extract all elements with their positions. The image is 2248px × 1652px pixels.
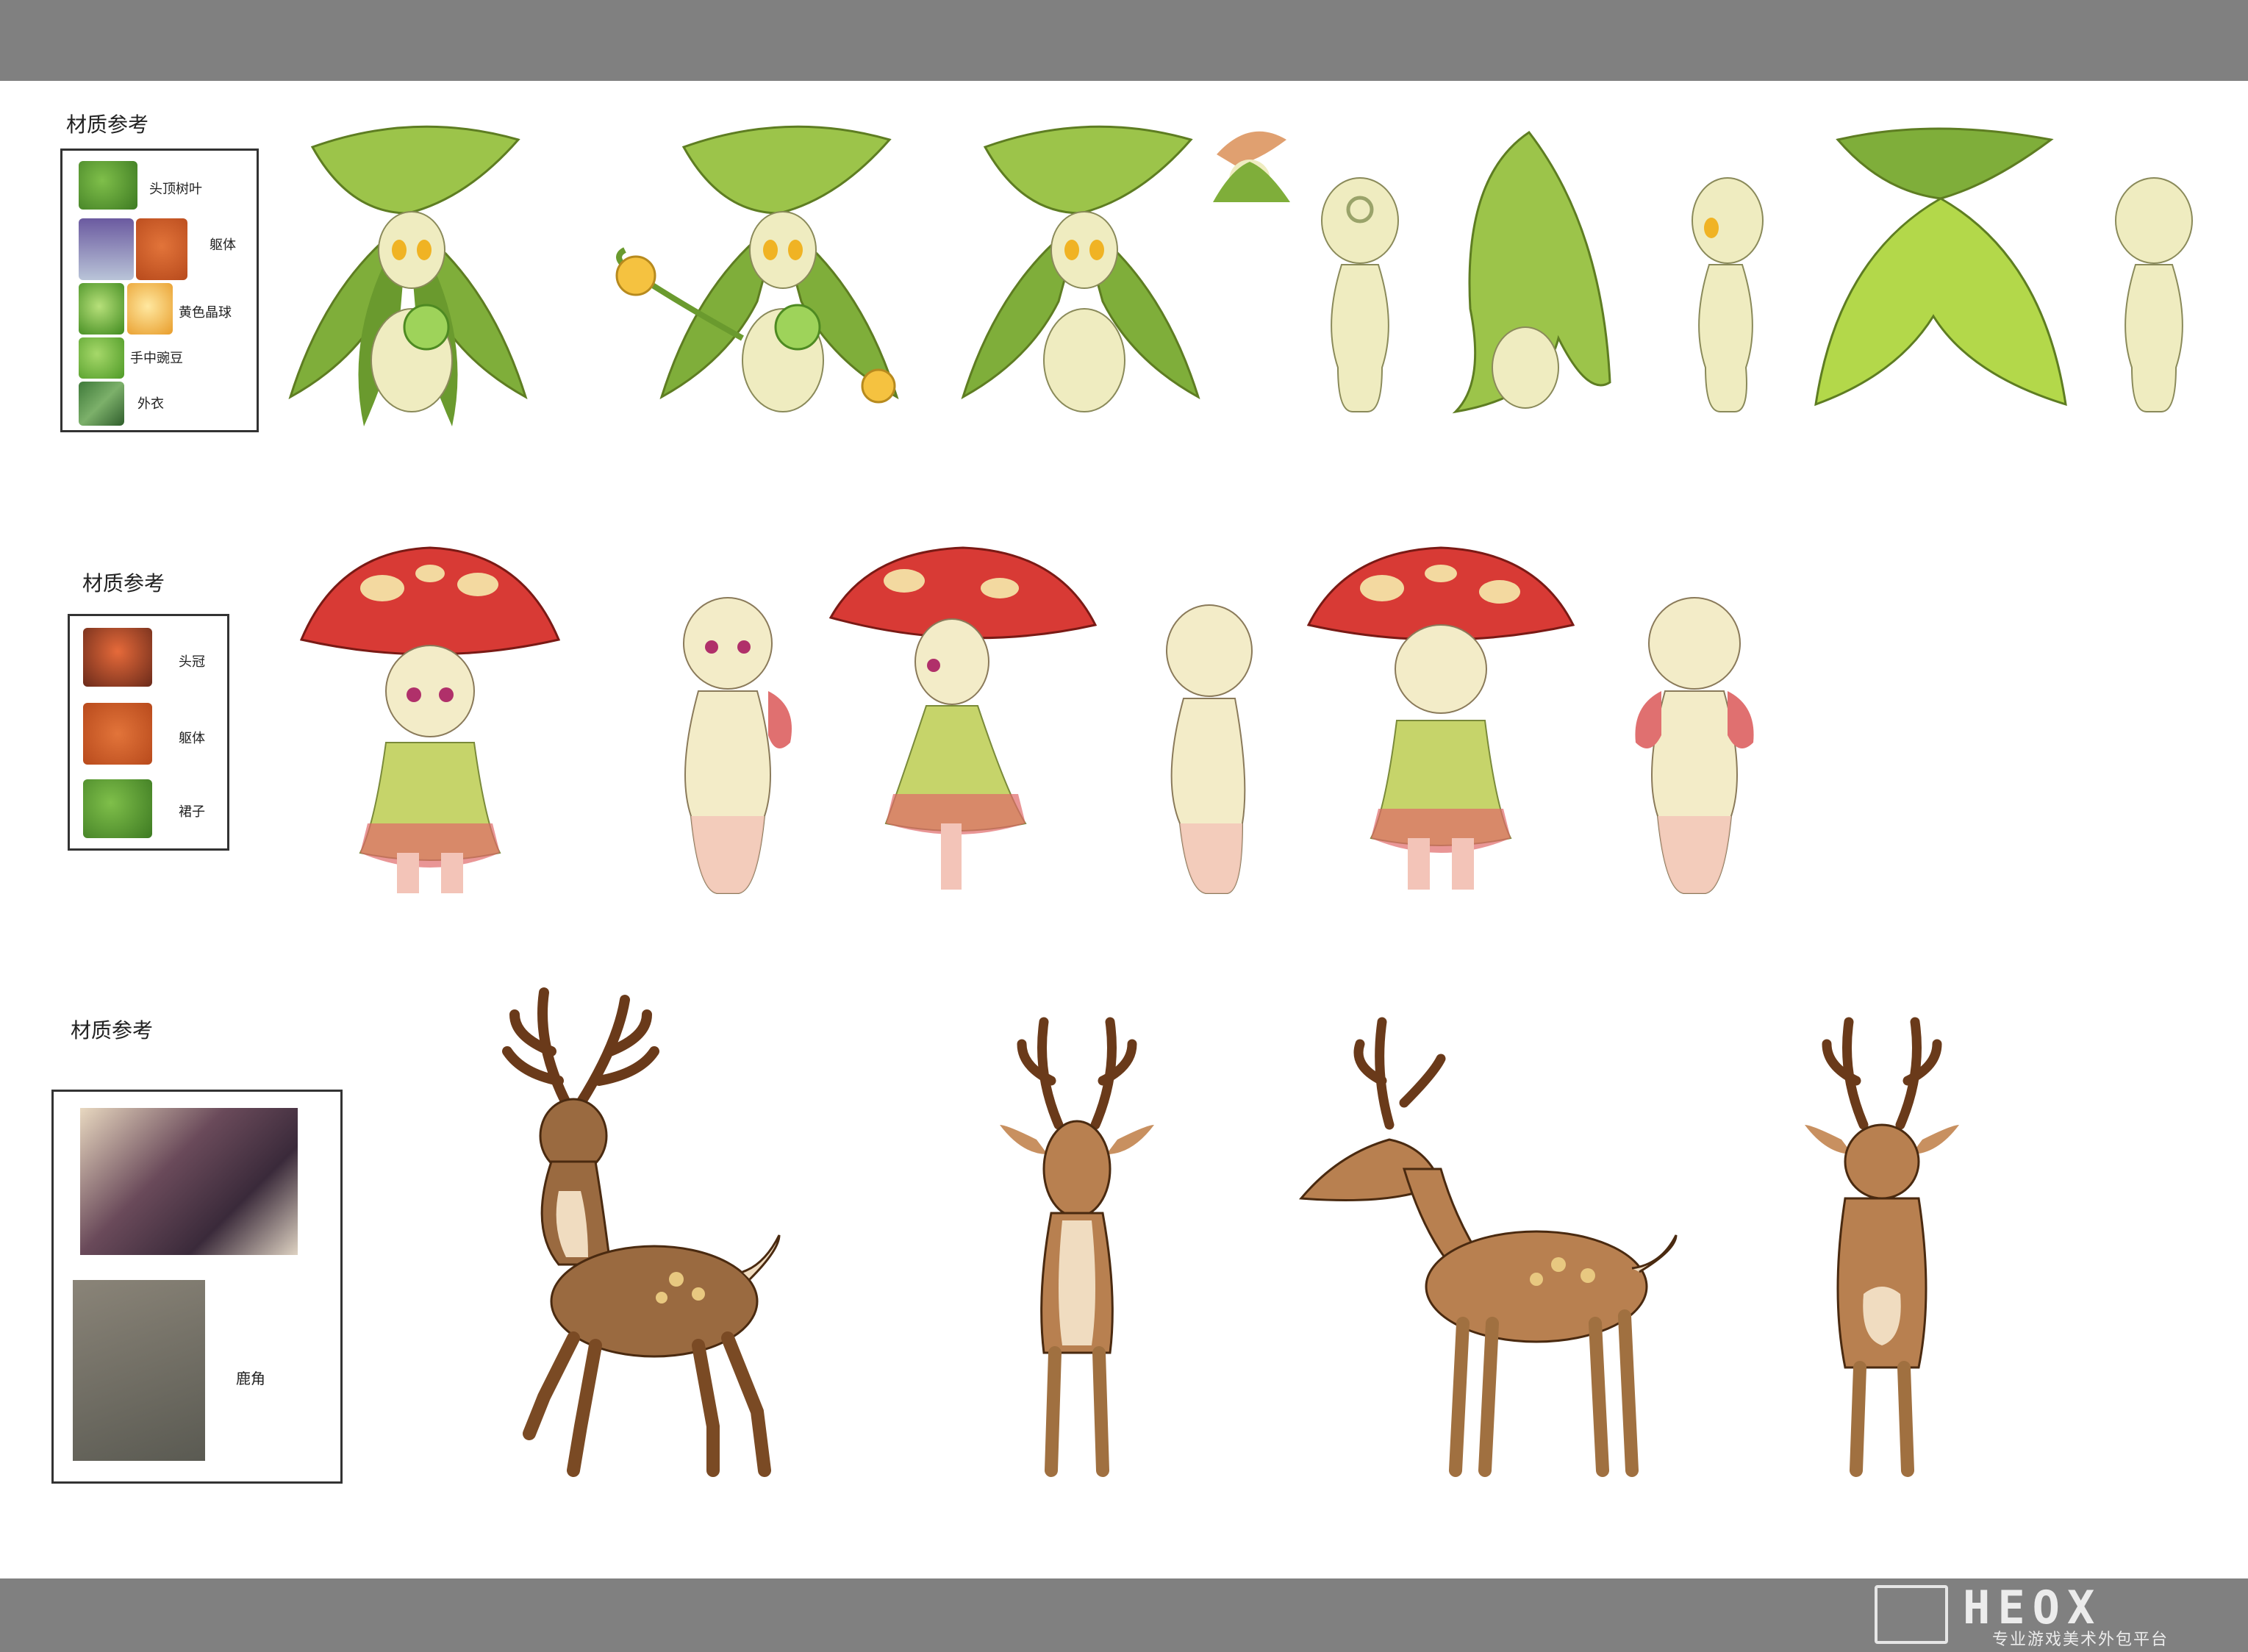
leaf-swatch bbox=[79, 161, 137, 210]
deer-front-view bbox=[1000, 1017, 1154, 1477]
ref-label-mushroom-body: 躯体 bbox=[179, 731, 205, 746]
mushroom-sprite-side bbox=[828, 546, 1098, 890]
mushroom-sprite-front bbox=[299, 546, 561, 893]
mushroom-sprite-back bbox=[1306, 546, 1575, 890]
leaf-sprite-front-view bbox=[288, 125, 528, 426]
skirt-swatch bbox=[83, 779, 152, 838]
watermark-tagline: 专业游戏美术外包平台 bbox=[1992, 1631, 2169, 1649]
leaf-sprite-expression-view bbox=[961, 121, 1290, 412]
section-1-reference-panel: 头顶树叶 躯体 黄色晶球 手中豌豆 外衣 bbox=[60, 149, 259, 432]
section-3-title: 材质参考 bbox=[71, 1018, 154, 1043]
watermark-icon bbox=[1875, 1585, 1948, 1644]
leaf-coat-back bbox=[1814, 127, 2067, 407]
section-1-title: 材质参考 bbox=[66, 112, 149, 137]
cap-swatch bbox=[83, 628, 152, 687]
leaf-body-back bbox=[2115, 177, 2193, 412]
mushroom-body-front bbox=[683, 597, 792, 894]
deer-side-view bbox=[1298, 1017, 1678, 1477]
leaf-body-side bbox=[1692, 177, 1764, 412]
ref-label-leaf: 头顶树叶 bbox=[149, 182, 202, 197]
deer-three-quarter-view bbox=[502, 987, 781, 1477]
ref-label-coat: 外衣 bbox=[137, 396, 164, 412]
leaf-sprite-back-view bbox=[1452, 130, 1611, 414]
mushroom-body-back bbox=[1635, 597, 1754, 894]
body-swatch-2 bbox=[136, 218, 187, 280]
coat-swatch bbox=[79, 382, 124, 426]
body-swatch-1 bbox=[79, 218, 134, 280]
watermark: HEOX 专业游戏美术外包平台 bbox=[1875, 1581, 2242, 1650]
antler-swatch bbox=[73, 1280, 205, 1461]
ref-label-cap: 头冠 bbox=[179, 654, 205, 670]
leaf-sprite-action-view bbox=[615, 125, 899, 412]
section-2-reference-panel: 头冠 躯体 裙子 bbox=[68, 614, 229, 851]
ref-label-body: 躯体 bbox=[210, 237, 236, 253]
pea-swatch bbox=[79, 337, 124, 379]
orb-swatch-2 bbox=[127, 283, 173, 335]
ref-label-skirt: 裙子 bbox=[179, 804, 205, 820]
ref-label-pea: 手中豌豆 bbox=[130, 351, 183, 366]
mushroom-body-side bbox=[1166, 604, 1253, 894]
ref-label-antler: 鹿角 bbox=[236, 1370, 265, 1387]
section-2-title: 材质参考 bbox=[82, 571, 165, 596]
leaf-body-front bbox=[1321, 177, 1399, 412]
section-3-reference-panel: 鹿角 bbox=[51, 1090, 343, 1484]
ref-label-orb: 黄色晶球 bbox=[179, 305, 232, 321]
deer-back-view bbox=[1805, 1017, 1959, 1477]
top-band bbox=[0, 0, 2248, 81]
deer-texture-swatch bbox=[80, 1108, 298, 1255]
mushroom-body-swatch bbox=[83, 703, 152, 765]
orb-swatch-1 bbox=[79, 283, 124, 335]
